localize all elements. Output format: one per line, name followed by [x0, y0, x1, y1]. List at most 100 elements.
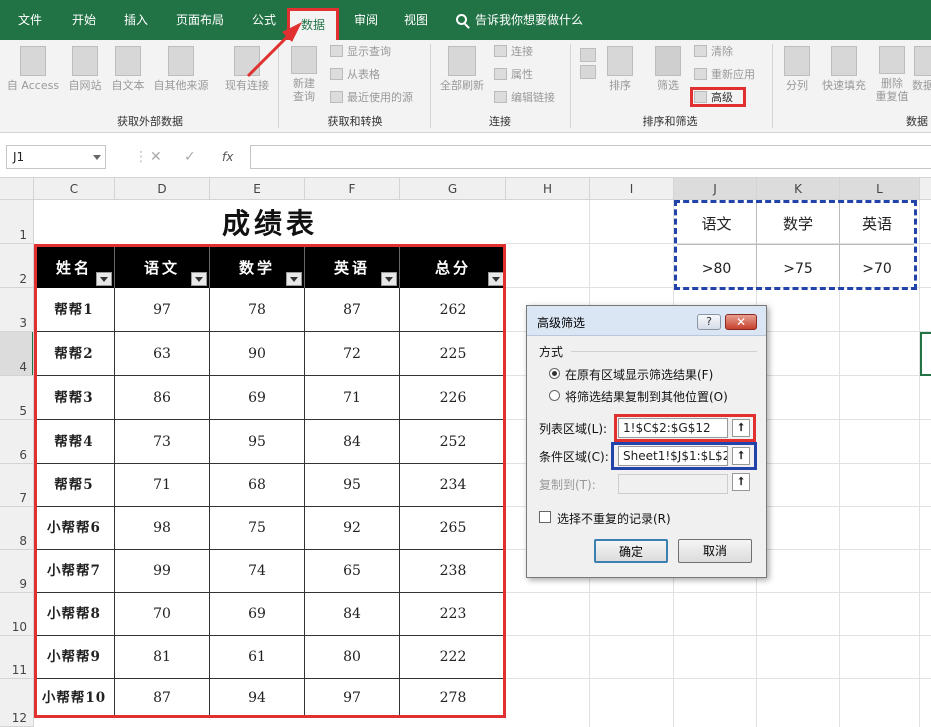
score-cell[interactable]: 90 [210, 332, 305, 376]
student-name-cell[interactable]: 帮帮3 [34, 376, 115, 420]
score-cell[interactable]: 94 [210, 679, 305, 718]
score-cell[interactable]: 69 [210, 593, 305, 636]
score-cell[interactable]: 95 [210, 420, 305, 464]
score-cell[interactable]: 68 [210, 464, 305, 507]
score-cell[interactable]: 74 [210, 550, 305, 593]
from-table-button[interactable]: 从表格 [330, 66, 380, 84]
student-name-cell[interactable]: 小帮帮9 [34, 636, 115, 679]
column-header[interactable]: G [400, 178, 506, 200]
score-cell[interactable]: 87 [115, 679, 210, 718]
recent-sources-button[interactable]: 最近使用的源 [330, 89, 413, 107]
row-header[interactable]: 5 [0, 376, 34, 420]
row-header[interactable]: 6 [0, 420, 34, 464]
chevron-down-icon[interactable] [93, 155, 101, 160]
score-cell[interactable]: 252 [400, 420, 506, 464]
student-name-cell[interactable]: 小帮帮10 [34, 679, 115, 718]
criteria-value[interactable]: >75 [757, 261, 839, 277]
score-cell[interactable]: 84 [305, 420, 400, 464]
help-button[interactable]: ? [697, 314, 721, 330]
clear-filter-button[interactable]: 清除 [694, 43, 733, 61]
remove-duplicates-button[interactable]: 删除 重复值 [872, 46, 912, 103]
score-cell[interactable]: 87 [305, 288, 400, 332]
tell-me-box[interactable]: 告诉我你想要做什么 [456, 0, 583, 40]
score-cell[interactable]: 92 [305, 507, 400, 550]
option-copy-radio[interactable] [549, 390, 560, 401]
enter-formula-button[interactable]: ✓ [184, 145, 196, 169]
student-name-cell[interactable]: 帮帮4 [34, 420, 115, 464]
text-to-columns-button[interactable]: 分列 [780, 46, 814, 92]
filter-dropdown-icon[interactable] [381, 272, 397, 286]
row-header[interactable]: 10 [0, 593, 34, 636]
student-name-cell[interactable]: 帮帮2 [34, 332, 115, 376]
score-cell[interactable]: 265 [400, 507, 506, 550]
filter-dropdown-icon[interactable] [488, 272, 504, 286]
row-header[interactable]: 7 [0, 464, 34, 507]
tab-file[interactable]: 文件 [8, 0, 52, 40]
header-cell[interactable]: 姓名 [34, 244, 115, 288]
select-all-corner[interactable] [0, 178, 34, 200]
score-cell[interactable]: 223 [400, 593, 506, 636]
score-cell[interactable]: 226 [400, 376, 506, 420]
score-cell[interactable]: 73 [115, 420, 210, 464]
criteria-header[interactable]: 英语 [840, 213, 914, 234]
column-header[interactable]: C [34, 178, 115, 200]
show-queries-button[interactable]: 显示查询 [330, 43, 391, 61]
score-cell[interactable]: 80 [305, 636, 400, 679]
tab-data[interactable]: 数据 [287, 8, 339, 40]
collapse-dialog-icon[interactable]: ⭡ [732, 473, 750, 491]
score-cell[interactable]: 71 [305, 376, 400, 420]
ok-button[interactable]: 确定 [594, 539, 668, 563]
score-cell[interactable]: 99 [115, 550, 210, 593]
tab-insert[interactable]: 插入 [114, 0, 158, 40]
score-cell[interactable]: 63 [115, 332, 210, 376]
score-cell[interactable]: 234 [400, 464, 506, 507]
student-name-cell[interactable]: 小帮帮7 [34, 550, 115, 593]
score-cell[interactable]: 84 [305, 593, 400, 636]
filter-button[interactable]: 筛选 [650, 46, 686, 92]
score-cell[interactable]: 278 [400, 679, 506, 718]
row-header[interactable]: 8 [0, 507, 34, 550]
formula-input[interactable] [250, 145, 931, 169]
properties-button[interactable]: 属性 [494, 66, 533, 84]
tab-formulas[interactable]: 公式 [242, 0, 286, 40]
copy-to-input[interactable] [618, 474, 728, 494]
filter-dropdown-icon[interactable] [96, 272, 112, 286]
unique-records-checkbox[interactable] [539, 511, 551, 523]
option-in-place-label[interactable]: 在原有区域显示筛选结果(F) [565, 366, 713, 383]
header-cell[interactable]: 数学 [210, 244, 305, 288]
row-header[interactable]: 2 [0, 244, 34, 288]
row-header[interactable]: 1 [0, 200, 34, 244]
row-header[interactable]: 11 [0, 636, 34, 679]
insert-function-button[interactable]: fx [222, 145, 233, 169]
tab-review[interactable]: 审阅 [344, 0, 388, 40]
new-query-button[interactable]: 新建 查询 [284, 46, 324, 103]
filter-dropdown-icon[interactable] [191, 272, 207, 286]
column-header[interactable] [920, 178, 931, 200]
column-header[interactable]: K [757, 178, 840, 200]
column-header[interactable]: I [590, 178, 674, 200]
worksheet-grid[interactable]: C D E F G H I J K L 1 2 3 4 5 6 7 8 9 10… [0, 178, 931, 727]
score-cell[interactable]: 81 [115, 636, 210, 679]
option-in-place-radio[interactable] [549, 368, 560, 379]
sort-az-button[interactable] [576, 48, 600, 82]
column-header[interactable]: J [674, 178, 757, 200]
column-header[interactable]: F [305, 178, 400, 200]
refresh-all-button[interactable]: 全部刷新 [434, 46, 490, 92]
score-cell[interactable]: 65 [305, 550, 400, 593]
column-header[interactable]: E [210, 178, 305, 200]
criteria-value[interactable]: >70 [840, 261, 914, 277]
student-name-cell[interactable]: 帮帮5 [34, 464, 115, 507]
score-cell[interactable]: 72 [305, 332, 400, 376]
score-cell[interactable]: 78 [210, 288, 305, 332]
row-header[interactable]: 12 [0, 679, 34, 727]
tab-home[interactable]: 开始 [62, 0, 106, 40]
from-text-button[interactable]: 自文本 [107, 46, 149, 92]
score-cell[interactable]: 97 [305, 679, 400, 718]
from-other-sources-button[interactable]: 自其他来源 [149, 46, 213, 92]
from-access-button[interactable]: 自 Access [4, 46, 62, 92]
name-box[interactable]: J1 [6, 145, 106, 169]
score-cell[interactable]: 98 [115, 507, 210, 550]
column-header[interactable]: D [115, 178, 210, 200]
from-web-button[interactable]: 自网站 [64, 46, 106, 92]
score-cell[interactable]: 86 [115, 376, 210, 420]
